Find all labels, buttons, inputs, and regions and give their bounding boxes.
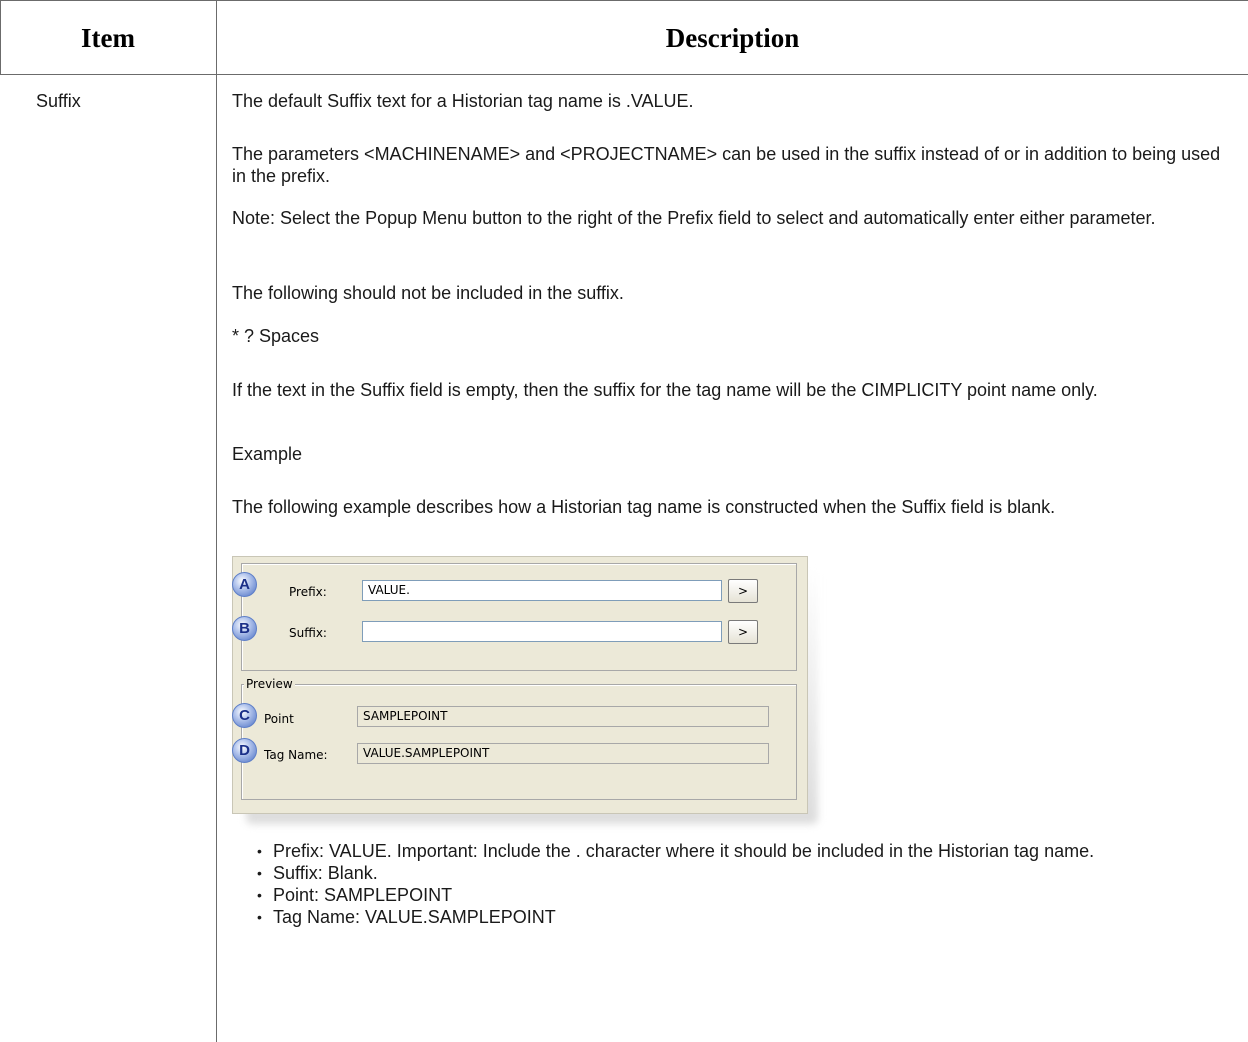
list-item: Tag Name: VALUE.SAMPLEPOINT bbox=[257, 906, 1222, 928]
example-heading: Example bbox=[232, 444, 303, 464]
table-border-top bbox=[0, 0, 1248, 1]
description-paragraph: The parameters <MACHINENAME> and <PROJEC… bbox=[232, 144, 1221, 186]
example-bullet-list: Prefix: VALUE. Important: Include the . … bbox=[257, 840, 1222, 928]
point-preview-field: SAMPLEPOINT bbox=[357, 706, 769, 727]
description-paragraph: The default Suffix text for a Historian … bbox=[232, 91, 694, 111]
column-header-item: Item bbox=[81, 23, 135, 53]
note-paragraph: Note: Select the Popup Menu button to th… bbox=[232, 208, 1156, 228]
dialog-background: A Prefix: VALUE. > B Suffix: > Preview C… bbox=[232, 556, 808, 814]
list-item: Suffix: Blank. bbox=[257, 862, 1222, 884]
suffix-label: Suffix: bbox=[289, 626, 327, 640]
callout-a: A bbox=[232, 572, 257, 597]
item-cell-suffix: Suffix bbox=[36, 91, 81, 111]
description-paragraph: The following should not be included in … bbox=[232, 283, 624, 303]
point-label: Point bbox=[264, 712, 294, 726]
callout-c: C bbox=[232, 703, 257, 728]
list-item: Prefix: VALUE. Important: Include the . … bbox=[257, 840, 1222, 862]
suffix-popup-button[interactable]: > bbox=[728, 620, 758, 644]
example-dialog-figure: A Prefix: VALUE. > B Suffix: > Preview C… bbox=[232, 556, 820, 826]
tag-name-label: Tag Name: bbox=[264, 748, 328, 762]
list-item: Point: SAMPLEPOINT bbox=[257, 884, 1222, 906]
description-paragraph: If the text in the Suffix field is empty… bbox=[232, 380, 1098, 400]
callout-b: B bbox=[232, 616, 257, 641]
preview-group bbox=[241, 684, 797, 800]
suffix-input[interactable] bbox=[362, 621, 722, 642]
description-paragraph: The following example describes how a Hi… bbox=[232, 497, 1056, 517]
column-header-description: Description bbox=[665, 23, 800, 53]
prefix-input[interactable]: VALUE. bbox=[362, 580, 722, 601]
table-column-divider bbox=[216, 0, 217, 1042]
prefix-label: Prefix: bbox=[289, 585, 327, 599]
table-header-divider bbox=[0, 74, 1248, 75]
tag-name-preview-field: VALUE.SAMPLEPOINT bbox=[357, 743, 769, 764]
excluded-characters: * ? Spaces bbox=[232, 326, 320, 346]
preview-group-label: Preview bbox=[244, 677, 295, 691]
callout-d: D bbox=[232, 738, 257, 763]
prefix-popup-button[interactable]: > bbox=[728, 579, 758, 603]
